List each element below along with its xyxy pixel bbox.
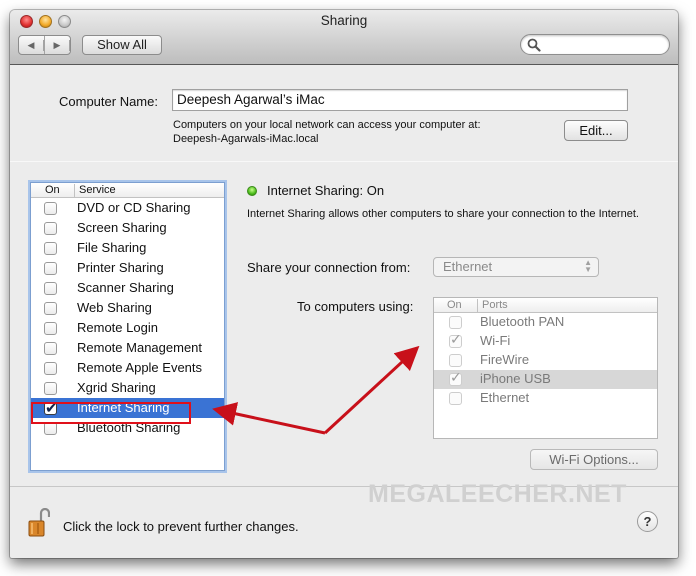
service-row[interactable]: Remote Apple Events [31, 358, 224, 378]
back-button[interactable]: ◀ [19, 36, 45, 54]
sharing-status: Internet Sharing: On [267, 183, 385, 198]
port-row[interactable]: Ethernet [434, 389, 657, 408]
port-checkbox[interactable] [449, 392, 462, 405]
ports-list[interactable]: On Ports Bluetooth PAN ✓ Wi-Fi FireWire ✓ iPh… [433, 297, 658, 439]
service-checkbox[interactable] [44, 342, 57, 355]
service-checkbox[interactable] [44, 222, 57, 235]
search-icon [527, 38, 541, 52]
port-checkbox[interactable] [449, 316, 462, 329]
service-list[interactable]: On Service DVD or CD Sharing Screen Shari… [30, 182, 225, 471]
local-address-help-text: Computers on your local network can acce… [173, 119, 481, 131]
service-list-header: On Service [31, 183, 224, 198]
toolbar: Sharing ◀ ▶ Show All [10, 10, 678, 65]
port-label: FireWire [480, 352, 530, 367]
service-checkbox[interactable] [44, 322, 57, 335]
edit-button[interactable]: Edit... [564, 120, 628, 141]
triangle-right-icon: ▶ [45, 39, 70, 51]
service-label: Remote Management [77, 340, 203, 355]
service-row[interactable]: Remote Login [31, 318, 224, 338]
service-checkbox[interactable] [44, 262, 57, 275]
service-checkbox[interactable] [44, 302, 57, 315]
status-indicator-icon [247, 186, 257, 196]
local-address-help: Computers on your local network can acce… [173, 118, 481, 146]
port-checkbox[interactable] [449, 354, 462, 367]
share-from-label: Share your connection from: [247, 260, 411, 275]
service-label: File Sharing [77, 240, 147, 255]
help-button[interactable]: ? [637, 511, 658, 532]
window-title: Sharing [320, 13, 368, 28]
updown-arrows-icon: ▲ ▼ [584, 258, 592, 274]
port-label: Bluetooth PAN [480, 314, 565, 329]
service-checkbox[interactable] [44, 242, 57, 255]
divider [10, 161, 678, 162]
lock-message: Click the lock to prevent further change… [63, 519, 299, 534]
wifi-options-button[interactable]: Wi-Fi Options... [530, 449, 658, 470]
annotation-highlight-box [31, 402, 191, 424]
service-checkbox[interactable] [44, 362, 57, 375]
forward-button[interactable]: ▶ [45, 36, 70, 54]
service-row[interactable]: DVD or CD Sharing [31, 198, 224, 218]
share-from-value: Ethernet [443, 259, 493, 274]
service-label: Printer Sharing [77, 260, 164, 275]
service-checkbox[interactable] [44, 202, 57, 215]
show-all-button[interactable]: Show All [82, 35, 162, 55]
service-row[interactable]: Scanner Sharing [31, 278, 224, 298]
service-row[interactable]: Remote Management [31, 338, 224, 358]
column-header-service[interactable]: Service [74, 184, 116, 197]
service-row[interactable]: Web Sharing [31, 298, 224, 318]
service-label: Web Sharing [77, 300, 152, 315]
share-from-select[interactable]: Ethernet ▲ ▼ [433, 257, 599, 277]
port-row[interactable]: Bluetooth PAN [434, 313, 657, 332]
service-label: Screen Sharing [77, 220, 167, 235]
checkmark-icon: ✓ [450, 331, 462, 347]
service-label: Remote Login [77, 320, 158, 335]
computer-name-label: Computer Name: [59, 94, 158, 109]
service-row[interactable]: Printer Sharing [31, 258, 224, 278]
port-checkbox[interactable]: ✓ [449, 369, 462, 386]
service-row[interactable]: Xgrid Sharing [31, 378, 224, 398]
sharing-window: Sharing ◀ ▶ Show All Computer Name: Deep… [10, 10, 678, 558]
column-header-ports[interactable]: Ports [477, 299, 508, 312]
service-row[interactable]: File Sharing [31, 238, 224, 258]
port-label: Ethernet [480, 390, 530, 405]
triangle-left-icon: ◀ [19, 39, 44, 51]
back-forward-control: ◀ ▶ [18, 35, 71, 55]
checkmark-icon: ✓ [450, 369, 462, 385]
port-row[interactable]: FireWire [434, 351, 657, 370]
service-row[interactable]: Screen Sharing [31, 218, 224, 238]
search-input[interactable] [520, 34, 670, 55]
service-checkbox[interactable] [44, 382, 57, 395]
to-computers-label: To computers using: [297, 299, 414, 314]
lock-open-icon[interactable] [28, 508, 50, 538]
local-hostname: Deepesh-Agarwals-iMac.local [173, 133, 319, 145]
computer-name-field[interactable]: Deepesh Agarwal’s iMac [172, 89, 628, 111]
port-checkbox[interactable]: ✓ [449, 331, 462, 348]
column-header-on[interactable]: On [447, 299, 462, 311]
service-label: Remote Apple Events [77, 360, 203, 375]
port-row[interactable]: ✓ iPhone USB [434, 369, 657, 389]
service-checkbox[interactable] [44, 282, 57, 295]
watermark: MEGALEECHER.NET [368, 480, 627, 508]
service-label: Scanner Sharing [77, 280, 174, 295]
column-header-on[interactable]: On [45, 184, 60, 196]
port-label: iPhone USB [480, 371, 551, 386]
service-label: Xgrid Sharing [77, 380, 156, 395]
ports-list-header: On Ports [434, 298, 657, 313]
service-label: DVD or CD Sharing [77, 200, 191, 215]
port-row[interactable]: ✓ Wi-Fi [434, 331, 657, 351]
service-description: Internet Sharing allows other computers … [247, 208, 639, 220]
port-label: Wi-Fi [480, 333, 511, 348]
